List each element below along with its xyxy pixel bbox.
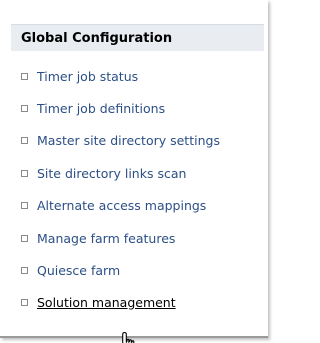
square-bullet-icon [21, 169, 28, 177]
section-header: Global Configuration [11, 24, 264, 51]
global-configuration-panel: Global Configuration Timer job status Ti… [0, 0, 268, 338]
square-bullet-icon [21, 72, 28, 80]
link-master-site-directory-settings[interactable]: Master site directory settings [21, 130, 220, 150]
link-label[interactable]: Alternate access mappings [37, 198, 206, 213]
link-label[interactable]: Manage farm features [37, 231, 175, 246]
square-bullet-icon [21, 136, 28, 144]
link-label[interactable]: Master site directory settings [37, 133, 220, 148]
square-bullet-icon [21, 266, 28, 274]
link-quiesce-farm[interactable]: Quiesce farm [21, 260, 120, 280]
link-manage-farm-features[interactable]: Manage farm features [21, 228, 175, 248]
section-title: Global Configuration [21, 31, 173, 46]
link-site-directory-links-scan[interactable]: Site directory links scan [21, 163, 186, 183]
square-bullet-icon [21, 104, 28, 112]
link-label[interactable]: Timer job status [37, 69, 138, 84]
link-timer-job-status[interactable]: Timer job status [21, 66, 138, 86]
link-solution-management[interactable]: Solution management [21, 292, 176, 312]
link-label[interactable]: Site directory links scan [37, 166, 186, 181]
link-alternate-access-mappings[interactable]: Alternate access mappings [21, 195, 206, 215]
link-label[interactable]: Timer job definitions [37, 101, 165, 116]
link-label[interactable]: Solution management [37, 295, 176, 310]
link-timer-job-definitions[interactable]: Timer job definitions [21, 98, 165, 118]
square-bullet-icon [21, 234, 28, 242]
square-bullet-icon [21, 201, 28, 209]
square-bullet-icon [21, 298, 28, 306]
link-label[interactable]: Quiesce farm [37, 263, 120, 278]
